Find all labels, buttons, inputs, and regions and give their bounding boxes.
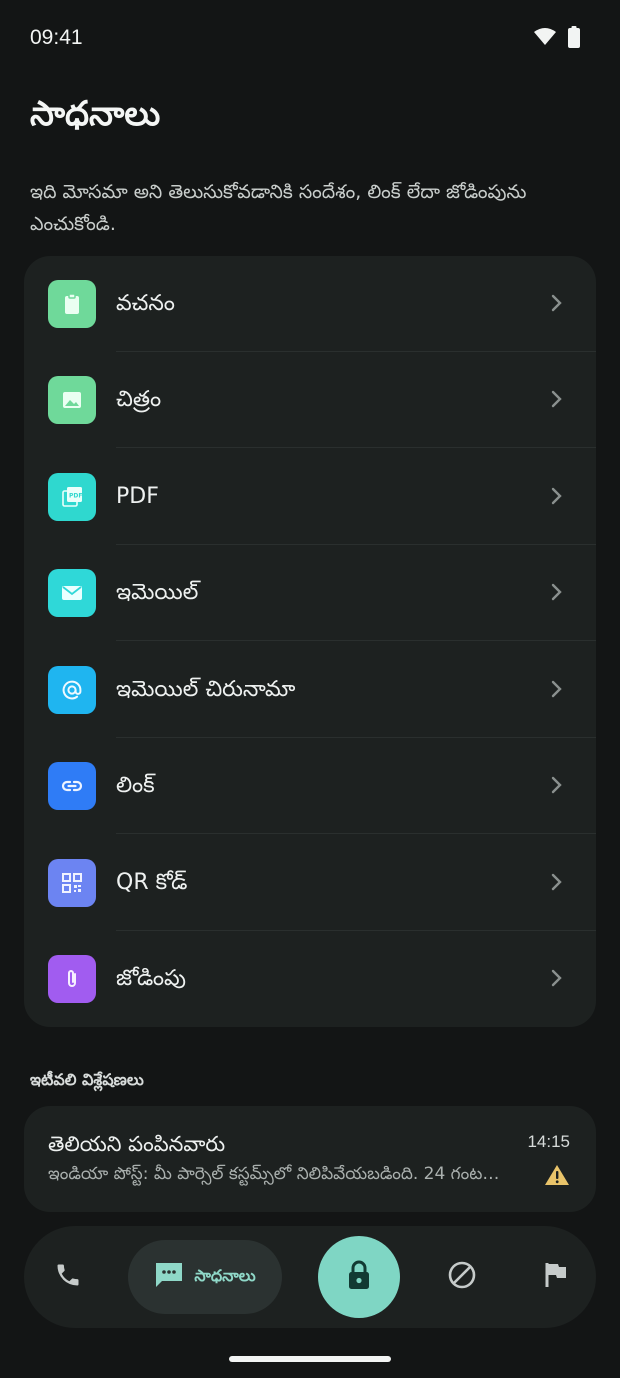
- tool-label: జోడింపు: [116, 966, 187, 991]
- page-title: సాధనాలు: [30, 94, 161, 134]
- nav-lock-button[interactable]: [318, 1236, 400, 1318]
- chat-icon: [154, 1261, 184, 1293]
- at-icon: [48, 666, 96, 714]
- qr-icon: [48, 859, 96, 907]
- home-indicator[interactable]: [229, 1356, 391, 1362]
- page-subtitle: ఇది మోసమా అని తెలుసుకోవడానికి సందేశం, లి…: [30, 181, 527, 235]
- flag-icon: [543, 1261, 569, 1293]
- nav-phone-button[interactable]: [44, 1253, 92, 1301]
- link-icon: [48, 762, 96, 810]
- recent-preview: ఇండియా పోస్ట్: మీ పార్సెల్ కస్టమ్స్‌లో న…: [48, 1164, 508, 1184]
- nav-tools-button[interactable]: సాధనాలు: [128, 1240, 282, 1314]
- tool-item-qr-code[interactable]: QR కోడ్: [24, 835, 596, 931]
- divider: [116, 833, 596, 834]
- status-time: 09:41: [30, 26, 83, 49]
- tool-label: ఇమెయిల్: [116, 580, 199, 605]
- chevron-right-icon: [550, 969, 562, 991]
- pdf-icon: PDF: [48, 473, 96, 521]
- divider: [116, 640, 596, 641]
- recent-analysis-item[interactable]: తెలియని పంపినవారు ఇండియా పోస్ట్: మీ పార్…: [24, 1106, 596, 1212]
- tool-item-image[interactable]: చిత్రం: [24, 352, 596, 448]
- chevron-right-icon: [550, 487, 562, 509]
- lock-icon: [345, 1259, 373, 1295]
- nav-flag-button[interactable]: [532, 1253, 580, 1301]
- tool-label: చిత్రం: [116, 387, 162, 412]
- paperclip-icon: [48, 955, 96, 1003]
- recent-section-label: ఇటీవలి విశ్లేషణలు: [30, 1070, 144, 1089]
- chevron-right-icon: [550, 873, 562, 895]
- nav-tools-label: సాధనాలు: [194, 1265, 256, 1285]
- warning-icon: [544, 1164, 570, 1190]
- status-icons: [534, 26, 580, 52]
- chevron-right-icon: [550, 294, 562, 316]
- tool-item-pdf[interactable]: PDF PDF: [24, 449, 596, 545]
- battery-icon: [568, 26, 580, 52]
- tools-list: వచనం చిత్రం PDF PDF ఇమెయిల్ ఇమెయిల్ చిరు…: [24, 256, 596, 1027]
- svg-text:PDF: PDF: [69, 493, 82, 500]
- tool-label: PDF: [116, 484, 159, 509]
- tool-label: వచనం: [116, 291, 175, 316]
- bottom-nav: సాధనాలు: [24, 1226, 596, 1328]
- chevron-right-icon: [550, 390, 562, 412]
- chevron-right-icon: [550, 776, 562, 798]
- wifi-icon: [534, 28, 556, 50]
- chevron-right-icon: [550, 583, 562, 605]
- tool-item-text[interactable]: వచనం: [24, 256, 596, 352]
- mail-icon: [48, 569, 96, 617]
- tool-label: QR కోడ్: [116, 870, 188, 895]
- recent-sender: తెలియని పంపినవారు: [48, 1132, 226, 1156]
- tool-item-email[interactable]: ఇమెయిల్: [24, 545, 596, 641]
- recent-time: 14:15: [527, 1132, 570, 1151]
- status-bar: 09:41: [0, 0, 620, 76]
- nav-block-button[interactable]: [438, 1253, 486, 1301]
- image-icon: [48, 376, 96, 424]
- tool-item-email-address[interactable]: ఇమెయిల్ చిరునామా: [24, 642, 596, 738]
- block-icon: [447, 1260, 477, 1294]
- clipboard-icon: [48, 280, 96, 328]
- chevron-right-icon: [550, 680, 562, 702]
- divider: [116, 447, 596, 448]
- phone-icon: [54, 1261, 82, 1293]
- tool-item-attachment[interactable]: జోడింపు: [24, 931, 596, 1027]
- tool-label: ఇమెయిల్ చిరునామా: [116, 677, 296, 702]
- tool-label: లింక్: [116, 773, 155, 798]
- tool-item-link[interactable]: లింక్: [24, 738, 596, 834]
